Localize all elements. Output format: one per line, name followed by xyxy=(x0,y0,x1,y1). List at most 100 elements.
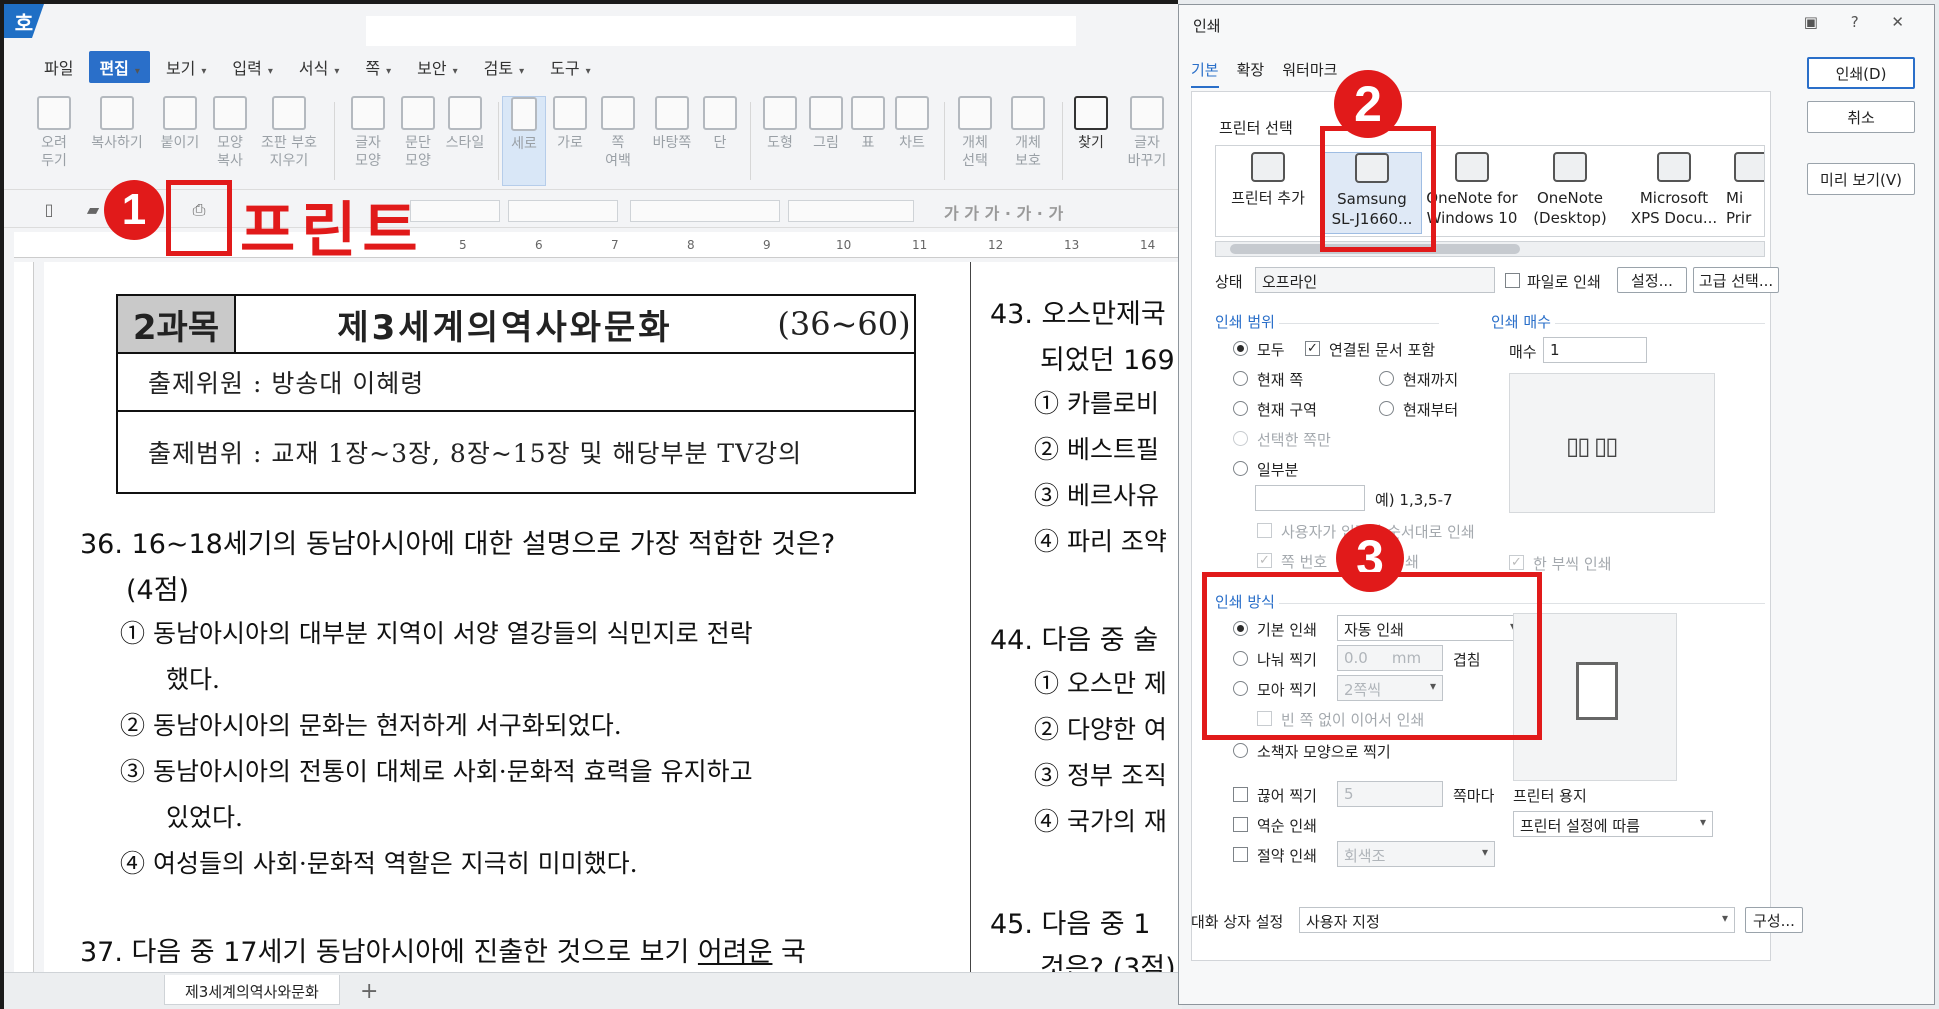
chevron-down-icon: ▾ xyxy=(519,66,525,77)
ribbon-copy[interactable]: 복사하기 xyxy=(84,96,150,152)
menu-page[interactable]: 쪽 ▾ xyxy=(355,51,401,83)
ribbon-portrait[interactable]: 세로 xyxy=(502,96,546,186)
range-current-section-radio[interactable] xyxy=(1233,401,1248,416)
range-all-radio[interactable] xyxy=(1233,341,1248,356)
menu-tools[interactable]: 도구 ▾ xyxy=(540,51,600,83)
menu-edit[interactable]: 편집 ▾ xyxy=(89,51,150,83)
printer-icon xyxy=(1553,152,1587,182)
font-type-select[interactable] xyxy=(508,200,618,222)
user-order-checkbox[interactable] xyxy=(1257,523,1272,538)
collate-checkbox[interactable]: ✓ xyxy=(1509,555,1524,570)
range-current-page-radio[interactable] xyxy=(1233,371,1248,386)
collate-label: 한 부씩 인쇄 xyxy=(1533,555,1612,573)
range-from-current-radio[interactable] xyxy=(1379,401,1394,416)
text-format-icons[interactable]: 가 가 가 · 가 · 가 xyxy=(944,200,1144,223)
menu-insert[interactable]: 입력 ▾ xyxy=(222,51,282,83)
ribbon-separator xyxy=(498,102,499,180)
printer-list-scrollbar[interactable] xyxy=(1215,241,1765,257)
new-document-icon[interactable]: ▯ xyxy=(38,200,60,222)
printer-list[interactable]: 프린터 추가 Samsung SL-J1660... OneNote for Win… xyxy=(1215,145,1765,237)
cancel-button[interactable]: 취소 xyxy=(1807,101,1915,133)
range-partial-label: 일부분 xyxy=(1257,461,1299,479)
ribbon-cut[interactable]: 오려 두기 xyxy=(24,96,84,170)
advanced-button[interactable]: 고급 선택... xyxy=(1693,267,1779,293)
ribbon-picture[interactable]: 그림 xyxy=(802,96,850,152)
printer-ms-print[interactable]: Mi Prir xyxy=(1716,152,1764,228)
cut-checkbox[interactable] xyxy=(1233,787,1248,802)
ribbon-chart[interactable]: 차트 xyxy=(888,96,936,152)
page-number-checkbox[interactable]: ✓ xyxy=(1257,553,1272,568)
menu-file[interactable]: 파일 xyxy=(34,51,83,83)
print-to-file-checkbox[interactable] xyxy=(1505,273,1520,288)
ribbon-separator xyxy=(750,102,751,180)
question-43-cont: 되었던 169 xyxy=(1040,345,1175,376)
ribbon-style[interactable]: 스타일 xyxy=(428,96,502,152)
menu-bar: 파일 편집 ▾ 보기 ▾ 입력 ▾ 서식 ▾ 쪽 ▾ 보안 ▾ 검토 ▾ 도구 ▾ xyxy=(4,48,1178,86)
ribbon-clear-marks[interactable]: 조판 부호 지우기 xyxy=(254,96,324,170)
q43-option-2: ② 베스트필 xyxy=(1034,435,1159,464)
document-page[interactable]: 2과목 제3세계의역사와문화 (36~60) 출제위원 : 방송대 이혜령 출제… xyxy=(44,262,1182,972)
print-to-file-label: 파일로 인쇄 xyxy=(1527,273,1601,291)
ribbon-landscape[interactable]: 가로 xyxy=(548,96,592,152)
cut-input[interactable]: 5 xyxy=(1337,781,1443,807)
tab-watermark[interactable]: 워터마크 xyxy=(1282,59,1337,88)
linked-docs-checkbox[interactable]: ✓ xyxy=(1305,341,1320,356)
brush-icon xyxy=(213,96,247,130)
menu-security[interactable]: 보안 ▾ xyxy=(407,51,467,83)
range-partial-input[interactable] xyxy=(1255,485,1365,511)
dialog-setting-select[interactable]: 사용자 지정 xyxy=(1299,907,1735,933)
ribbon-find[interactable]: 찾기 xyxy=(1066,96,1116,152)
font-size-select[interactable] xyxy=(788,200,914,222)
tab-extended[interactable]: 확장 xyxy=(1237,59,1265,88)
step-1-badge: 1 xyxy=(104,180,164,240)
ribbon-format-painter[interactable]: 모양 복사 xyxy=(200,96,260,170)
paper-select[interactable]: 프린터 설정에 따름 xyxy=(1513,811,1713,837)
saving-checkbox[interactable] xyxy=(1233,847,1248,862)
ribbon-select-object[interactable]: 개체 선택 xyxy=(950,96,1000,170)
title-field xyxy=(366,16,1076,46)
dialog-window-controls-icon[interactable]: ▣ ? ✕ xyxy=(1804,13,1918,31)
menu-review[interactable]: 검토 ▾ xyxy=(474,51,534,83)
ribbon-table[interactable]: 표 xyxy=(846,96,890,152)
ruler-tick: 6 xyxy=(535,238,543,252)
font-select[interactable] xyxy=(630,200,780,222)
print-button[interactable]: 인쇄(D) xyxy=(1807,57,1915,89)
printer-onenote-win10[interactable]: OneNote for Windows 10 xyxy=(1422,152,1522,228)
tab-basic[interactable]: 기본 xyxy=(1191,59,1219,88)
copies-input[interactable]: 1 xyxy=(1543,337,1647,363)
question-36-points: (4점) xyxy=(126,575,190,606)
reverse-checkbox[interactable] xyxy=(1233,817,1248,832)
printer-onenote-desktop[interactable]: OneNote (Desktop) xyxy=(1520,152,1620,228)
ribbon-columns[interactable]: 단 xyxy=(700,96,740,152)
config-button[interactable]: 구성... xyxy=(1745,907,1803,933)
printer-add[interactable]: 프린터 추가 xyxy=(1218,152,1318,208)
ribbon-margins[interactable]: 쪽 여백 xyxy=(596,96,640,170)
saving-select[interactable]: 회색조 xyxy=(1337,841,1495,867)
menu-format[interactable]: 서식 ▾ xyxy=(289,51,349,83)
range-until-current-radio[interactable] xyxy=(1379,371,1394,386)
range-partial-radio[interactable] xyxy=(1233,461,1248,476)
preview-button[interactable]: 미리 보기(V) xyxy=(1807,163,1915,195)
reverse-label: 역순 인쇄 xyxy=(1257,817,1317,835)
cut-label: 끊어 찍기 xyxy=(1257,787,1317,805)
document-tab[interactable]: 제3세계의역사와문화 xyxy=(164,975,340,1005)
author-cell: 출제위원 : 방송대 이혜령 xyxy=(148,369,425,398)
chart-icon xyxy=(895,96,929,130)
ribbon-master-page[interactable]: 바탕쪽 xyxy=(640,96,704,152)
ribbon-shape[interactable]: 도형 xyxy=(756,96,804,152)
ribbon-replace[interactable]: 글자 바꾸기 xyxy=(1116,96,1178,170)
ruler-tick: 7 xyxy=(611,238,619,252)
booklet-radio[interactable] xyxy=(1233,743,1248,758)
ribbon-toolbar: 오려 두기 복사하기 붙이기 모양 복사 조판 부호 지우기 글자 모양 문단 … xyxy=(4,90,1178,190)
ribbon-protect-object[interactable]: 개체 보호 xyxy=(1000,96,1056,170)
settings-button[interactable]: 설정... xyxy=(1617,267,1687,293)
q43-option-3: ③ 베르사유 xyxy=(1034,481,1159,510)
step-1-highlight xyxy=(166,180,232,256)
menu-view[interactable]: 보기 ▾ xyxy=(156,51,216,83)
open-folder-icon[interactable]: ▰ xyxy=(82,200,104,222)
add-tab-icon[interactable]: + xyxy=(360,979,378,1004)
printer-ms-xps[interactable]: Microsoft XPS Docu... xyxy=(1624,152,1724,228)
range-selected-radio[interactable] xyxy=(1233,431,1248,446)
printer-model: (Desktop) xyxy=(1533,209,1607,227)
master-page-icon xyxy=(655,96,689,130)
